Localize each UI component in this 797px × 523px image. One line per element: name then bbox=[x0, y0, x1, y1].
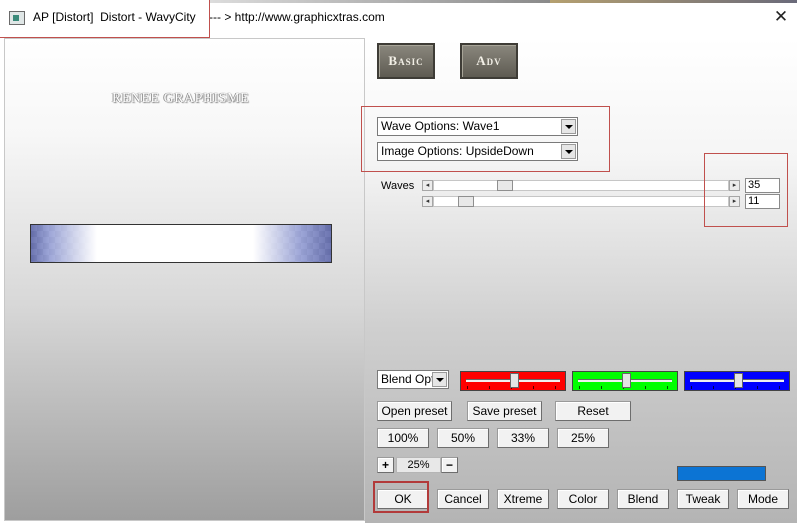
reset-button[interactable]: Reset bbox=[555, 401, 631, 421]
watermark-text: RENEE GRAPHISME bbox=[111, 91, 249, 106]
slider-left-arrow-icon[interactable]: ◂ bbox=[422, 196, 433, 207]
mode-button[interactable]: Mode bbox=[737, 489, 789, 509]
zoom-50-button[interactable]: 50% bbox=[437, 428, 489, 448]
red-color-slider[interactable] bbox=[460, 371, 566, 391]
zoom-25-button[interactable]: 25% bbox=[557, 428, 609, 448]
adv-mode-button[interactable]: Adv bbox=[460, 43, 518, 79]
preview-panel bbox=[4, 38, 365, 521]
green-color-slider[interactable] bbox=[572, 371, 678, 391]
zoom-100-button[interactable]: 100% bbox=[377, 428, 429, 448]
waves-slider-1[interactable]: ◂ ▸ bbox=[422, 180, 740, 191]
background-stripe bbox=[210, 0, 550, 3]
highlight-box-values bbox=[704, 153, 788, 227]
preview-image bbox=[30, 224, 332, 263]
blue-color-slider[interactable] bbox=[684, 371, 790, 391]
waves-label: Waves bbox=[381, 180, 415, 192]
slider-left-arrow-icon[interactable]: ◂ bbox=[422, 180, 433, 191]
zoom-level-value: 25% bbox=[396, 457, 441, 473]
basic-mode-button[interactable]: Basic bbox=[377, 43, 435, 79]
slider-thumb[interactable] bbox=[458, 196, 475, 207]
highlight-box-title bbox=[0, 0, 210, 38]
waves-slider-2[interactable]: ◂ ▸ bbox=[422, 196, 740, 207]
xtreme-button[interactable]: Xtreme bbox=[497, 489, 549, 509]
slider-track[interactable] bbox=[433, 196, 729, 207]
slider-thumb[interactable] bbox=[621, 373, 631, 388]
slider-thumb[interactable] bbox=[497, 180, 514, 191]
blend-button[interactable]: Blend bbox=[617, 489, 669, 509]
zoom-in-button[interactable]: + bbox=[377, 457, 394, 473]
zoom-33-button[interactable]: 33% bbox=[497, 428, 549, 448]
color-swatch[interactable] bbox=[677, 466, 766, 481]
zoom-out-button[interactable]: − bbox=[441, 457, 458, 473]
tweak-button[interactable]: Tweak bbox=[677, 489, 729, 509]
background-stripe bbox=[550, 0, 797, 3]
color-button[interactable]: Color bbox=[557, 489, 609, 509]
highlight-box-ok bbox=[373, 481, 429, 513]
highlight-box-options bbox=[361, 106, 610, 172]
close-icon[interactable]: ✕ bbox=[770, 6, 792, 28]
slider-thumb[interactable] bbox=[733, 373, 743, 388]
slider-track[interactable] bbox=[433, 180, 729, 191]
blend-options-select[interactable]: Blend Optio bbox=[377, 370, 449, 389]
open-preset-button[interactable]: Open preset bbox=[377, 401, 452, 421]
chevron-down-icon bbox=[432, 372, 447, 387]
save-preset-button[interactable]: Save preset bbox=[467, 401, 542, 421]
slider-thumb[interactable] bbox=[509, 373, 519, 388]
cancel-button[interactable]: Cancel bbox=[437, 489, 489, 509]
